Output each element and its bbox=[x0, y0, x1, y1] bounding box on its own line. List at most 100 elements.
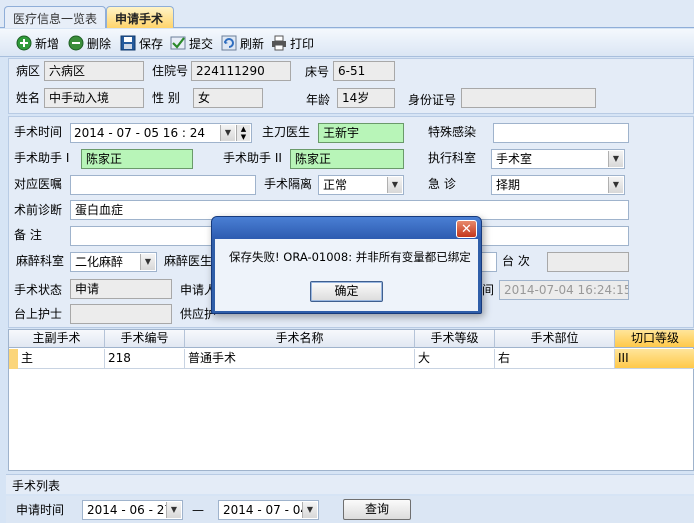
assistant1-label: 手术助手 I bbox=[14, 151, 70, 165]
advice-field[interactable] bbox=[70, 175, 256, 195]
emergency-select[interactable]: 择期 ▼ bbox=[491, 175, 625, 195]
query-button[interactable]: 查询 bbox=[343, 499, 411, 520]
date-to-value: 2014 - 07 - 04 bbox=[223, 503, 308, 517]
remove-icon bbox=[68, 35, 84, 51]
col-header-op-level[interactable]: 手术等级 bbox=[415, 330, 495, 348]
tab-apply-surgery[interactable]: 申请手术 bbox=[106, 6, 174, 28]
infection-field[interactable] bbox=[493, 123, 629, 143]
isolation-dropdown[interactable]: ▼ bbox=[387, 177, 402, 193]
submit-label: 提交 bbox=[189, 36, 214, 51]
sex-field[interactable]: 女 bbox=[193, 88, 263, 108]
col-header-incision-level[interactable]: 切口等级 bbox=[615, 330, 694, 348]
status-label: 手术状态 bbox=[14, 283, 63, 297]
anes-dept-value: 二化麻醉 bbox=[75, 255, 124, 269]
assistant2-label: 手术助手 II bbox=[223, 151, 282, 165]
op-time-picker[interactable]: 2014 - 07 - 05 16 : 24 ▲ ▼ ▼ bbox=[70, 123, 252, 143]
printer-icon bbox=[271, 35, 287, 51]
emergency-label: 急 诊 bbox=[428, 177, 456, 191]
save-label: 保存 bbox=[139, 36, 164, 51]
date-from-picker[interactable]: 2014 - 06 - 27 ▼ bbox=[82, 500, 183, 520]
dialog-body: 保存失败! ORA-01008: 并非所有变量都已绑定 确定 bbox=[215, 239, 478, 311]
table-cell[interactable]: 218 bbox=[105, 349, 185, 369]
row-selector[interactable] bbox=[9, 349, 18, 369]
emergency-dropdown[interactable]: ▼ bbox=[608, 177, 623, 193]
toolbar: 新增 删除 保存 提交 刷新 打印 bbox=[0, 29, 694, 57]
delete-button[interactable]: 删除 bbox=[68, 33, 111, 53]
col-header-op-name[interactable]: 手术名称 bbox=[185, 330, 415, 348]
diagnosis-label: 术前诊断 bbox=[14, 203, 63, 217]
table-cell[interactable]: 右 bbox=[495, 349, 615, 369]
dept-select[interactable]: 手术室 ▼ bbox=[491, 149, 625, 169]
time-spinner[interactable]: ▲ ▼ bbox=[236, 125, 250, 141]
date-from-dropdown[interactable]: ▼ bbox=[166, 502, 181, 518]
op-time-value: 2014 - 07 - 05 16 : 24 bbox=[74, 126, 206, 140]
nurse-label: 台上护士 bbox=[14, 307, 63, 321]
date-to-dropdown[interactable]: ▼ bbox=[302, 502, 317, 518]
add-icon bbox=[16, 35, 32, 51]
submit-button[interactable]: 提交 bbox=[170, 33, 213, 53]
date-from-value: 2014 - 06 - 27 bbox=[87, 503, 172, 517]
ward-field[interactable]: 六病区 bbox=[44, 61, 144, 81]
sequence-field[interactable] bbox=[547, 252, 629, 272]
table-cell[interactable]: 主 bbox=[18, 349, 105, 369]
query-bar: 申请时间 2014 - 06 - 27 ▼ — 2014 - 07 - 04 ▼… bbox=[6, 496, 694, 523]
emergency-value: 择期 bbox=[496, 178, 521, 192]
nurse-field[interactable] bbox=[70, 304, 172, 324]
surgeon-field[interactable]: 王新宇 bbox=[318, 123, 404, 143]
anes-dept-select[interactable]: 二化麻醉 ▼ bbox=[70, 252, 157, 272]
status-field[interactable]: 申请 bbox=[70, 279, 172, 299]
name-label: 姓名 bbox=[16, 91, 41, 105]
ok-button[interactable]: 确定 bbox=[310, 281, 383, 302]
op-time-label: 手术时间 bbox=[14, 125, 63, 139]
name-field[interactable]: 中手动入境 bbox=[44, 88, 144, 108]
infection-label: 特殊感染 bbox=[428, 125, 477, 139]
save-button[interactable]: 保存 bbox=[120, 33, 163, 53]
isolation-label: 手术隔离 bbox=[264, 177, 313, 191]
print-label: 打印 bbox=[290, 36, 315, 51]
new-label: 新增 bbox=[35, 36, 60, 51]
table-cell[interactable]: III bbox=[615, 349, 694, 369]
sex-label: 性 别 bbox=[152, 91, 180, 105]
assistant1-field[interactable]: 陈家正 bbox=[81, 149, 193, 169]
apply-time-query-label: 申请时间 bbox=[16, 503, 65, 517]
error-dialog: ✕ 保存失败! ORA-01008: 并非所有变量都已绑定 确定 bbox=[211, 216, 482, 314]
table-cell[interactable]: 普通手术 bbox=[185, 349, 415, 369]
refresh-button[interactable]: 刷新 bbox=[221, 33, 264, 53]
inpatient-no-field[interactable]: 224111290 bbox=[191, 61, 291, 81]
anes-doctor-label: 麻醉医生 bbox=[164, 254, 213, 268]
surgeon-label: 主刀医生 bbox=[262, 125, 311, 139]
new-button[interactable]: 新增 bbox=[16, 33, 59, 53]
bed-label: 床号 bbox=[305, 65, 330, 79]
print-button[interactable]: 打印 bbox=[271, 33, 314, 53]
tab-bar: 医疗信息一览表 申请手术 bbox=[0, 0, 694, 28]
col-header-main-sub[interactable]: 主副手术 bbox=[9, 330, 105, 348]
table-cell[interactable]: 大 bbox=[415, 349, 495, 369]
isolation-select[interactable]: 正常 ▼ bbox=[318, 175, 404, 195]
apply-time-field[interactable]: 2014-07-04 16:24:15 bbox=[499, 280, 629, 300]
close-icon[interactable]: ✕ bbox=[456, 220, 477, 238]
tab-medical-info[interactable]: 医疗信息一览表 bbox=[4, 6, 106, 28]
id-label: 身份证号 bbox=[408, 93, 457, 107]
id-field[interactable] bbox=[461, 88, 596, 108]
ward-label: 病区 bbox=[16, 64, 41, 78]
floppy-disk-icon bbox=[120, 35, 136, 51]
refresh-label: 刷新 bbox=[240, 36, 265, 51]
dept-dropdown[interactable]: ▼ bbox=[608, 151, 623, 167]
date-to-picker[interactable]: 2014 - 07 - 04 ▼ bbox=[218, 500, 319, 520]
error-message: 保存失败! ORA-01008: 并非所有变量都已绑定 bbox=[229, 250, 471, 264]
surgery-list-title: 手术列表 bbox=[6, 474, 694, 494]
note-label: 备 注 bbox=[14, 228, 42, 242]
bed-field[interactable]: 6-51 bbox=[333, 61, 395, 81]
dialog-titlebar[interactable]: ✕ bbox=[212, 217, 481, 239]
anes-dept-dropdown[interactable]: ▼ bbox=[140, 254, 155, 270]
apply-time-label: 间 bbox=[482, 283, 495, 297]
dept-value: 手术室 bbox=[496, 152, 533, 166]
col-header-op-site[interactable]: 手术部位 bbox=[495, 330, 615, 348]
sequence-label: 台 次 bbox=[502, 254, 530, 268]
anes-dept-label: 麻醉科室 bbox=[16, 254, 65, 268]
assistant2-field[interactable]: 陈家正 bbox=[290, 149, 404, 169]
age-field[interactable]: 14岁 bbox=[337, 88, 395, 108]
delete-label: 删除 bbox=[87, 36, 112, 51]
col-header-op-code[interactable]: 手术编号 bbox=[105, 330, 185, 348]
op-time-dropdown[interactable]: ▼ bbox=[220, 125, 235, 141]
